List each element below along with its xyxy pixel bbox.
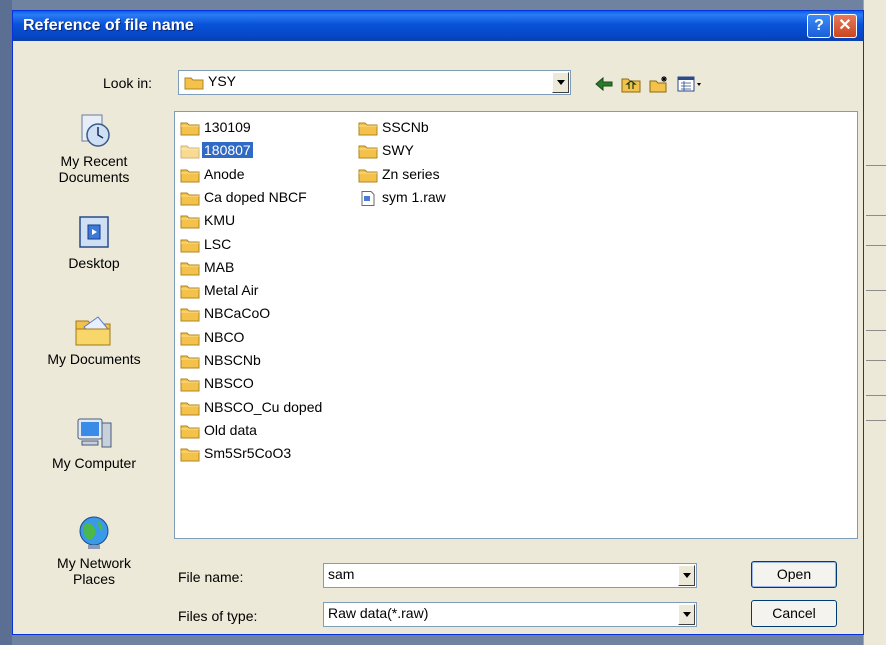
dialog-title: Reference of file name xyxy=(23,17,194,34)
folder-icon xyxy=(358,144,378,159)
raw-file-icon xyxy=(358,190,378,206)
files-of-type-dropdown-arrow[interactable] xyxy=(678,604,695,625)
folder-icon xyxy=(358,121,378,136)
desktop-icon xyxy=(79,216,109,248)
folder-icon xyxy=(180,144,200,159)
file-list-item-label: LSC xyxy=(204,235,232,252)
place-my-computer[interactable]: My Computer xyxy=(39,415,149,471)
recent-documents-icon xyxy=(81,114,110,147)
place-network-places[interactable]: My Network Places xyxy=(39,515,149,587)
place-label-recent-documents: My Recent Documents xyxy=(58,153,130,185)
file-list-item-label: MAB xyxy=(204,258,235,275)
file-name-label: File name: xyxy=(178,569,244,585)
look-in-dropdown[interactable]: YSY xyxy=(178,70,571,95)
background-left xyxy=(0,0,12,645)
open-file-dialog: Reference of file name ? ✕ Look in: YSY xyxy=(12,10,864,635)
file-list-item-label: sym 1.raw xyxy=(382,188,446,205)
file-list-item-label: KMU xyxy=(204,212,236,229)
file-list-item-label: SWY xyxy=(382,142,414,159)
folder-icon xyxy=(180,447,200,462)
my-documents-icon xyxy=(75,316,111,346)
folder-icon xyxy=(184,77,204,90)
look-in-dropdown-arrow[interactable] xyxy=(552,72,569,93)
place-label-desktop: Desktop xyxy=(68,255,120,271)
folder-icon xyxy=(358,168,378,183)
look-in-label: Look in: xyxy=(103,75,153,91)
file-list-item-label: Zn series xyxy=(382,165,440,182)
place-my-documents[interactable]: My Documents xyxy=(39,311,149,367)
file-name-dropdown-arrow[interactable] xyxy=(678,565,695,586)
network-places-icon xyxy=(79,516,109,549)
up-one-level-icon[interactable] xyxy=(621,75,641,93)
folder-icon xyxy=(180,424,200,439)
file-list[interactable]: 130109 180807 Anode Ca doped NBCF KMU LSC MAB M… xyxy=(174,111,858,539)
help-button[interactable]: ? xyxy=(807,14,831,38)
background-right xyxy=(863,0,886,645)
file-list-item-label: Old data xyxy=(204,421,257,438)
files-of-type-dropdown[interactable]: Raw data(*.raw) xyxy=(323,602,697,627)
file-list-item-label: NBCaCoO xyxy=(204,305,271,322)
folder-icon xyxy=(180,331,200,346)
file-list-item-label: NBSCNb xyxy=(204,352,261,368)
file-list-item-label: 130109 xyxy=(204,119,251,135)
title-bar[interactable]: Reference of file name ? ✕ xyxy=(13,11,863,41)
folder-icon xyxy=(180,238,200,253)
file-list-item-label: Anode xyxy=(204,165,245,182)
back-arrow-icon[interactable] xyxy=(594,75,614,93)
files-of-type-label: Files of type: xyxy=(178,608,258,624)
folder-icon xyxy=(180,191,200,206)
place-label-network-places: My Network Places xyxy=(57,555,131,587)
folder-icon xyxy=(180,121,200,136)
file-list-item-label: Metal Air xyxy=(204,282,259,299)
open-button[interactable]: Open xyxy=(751,561,837,588)
file-list-item-label: Ca doped NBCF xyxy=(204,188,307,205)
place-desktop[interactable]: Desktop xyxy=(39,215,149,271)
file-name-input[interactable]: sam xyxy=(323,563,697,588)
file-list-item-label: 180807 xyxy=(202,142,253,159)
close-button[interactable]: ✕ xyxy=(833,14,857,38)
folder-icon xyxy=(180,307,200,322)
files-of-type-value: Raw data(*.raw) xyxy=(328,605,429,621)
file-list-item-label: Sm5Sr5CoO3 xyxy=(204,445,292,462)
folder-icon xyxy=(180,354,200,369)
place-label-my-computer: My Computer xyxy=(51,455,137,471)
folder-icon xyxy=(180,377,200,392)
view-menu-icon[interactable] xyxy=(677,75,703,93)
folder-icon xyxy=(180,284,200,299)
file-list-item-label: NBCO xyxy=(204,328,245,345)
file-list-item-label: SSCNb xyxy=(382,119,429,135)
folder-icon xyxy=(180,168,200,183)
file-name-value: sam xyxy=(328,566,355,582)
new-folder-icon[interactable] xyxy=(649,75,669,93)
folder-icon xyxy=(180,261,200,276)
folder-icon xyxy=(180,214,200,229)
folder-icon xyxy=(180,401,200,416)
file-list-item-label: NBSCO_Cu doped xyxy=(204,398,323,415)
cancel-button[interactable]: Cancel xyxy=(751,600,837,627)
place-recent-documents[interactable]: My Recent Documents xyxy=(39,113,149,185)
place-label-my-documents: My Documents xyxy=(47,351,141,367)
my-computer-icon xyxy=(77,418,112,448)
look-in-value: YSY xyxy=(208,73,237,89)
file-list-item-label: NBSCO xyxy=(204,375,254,392)
